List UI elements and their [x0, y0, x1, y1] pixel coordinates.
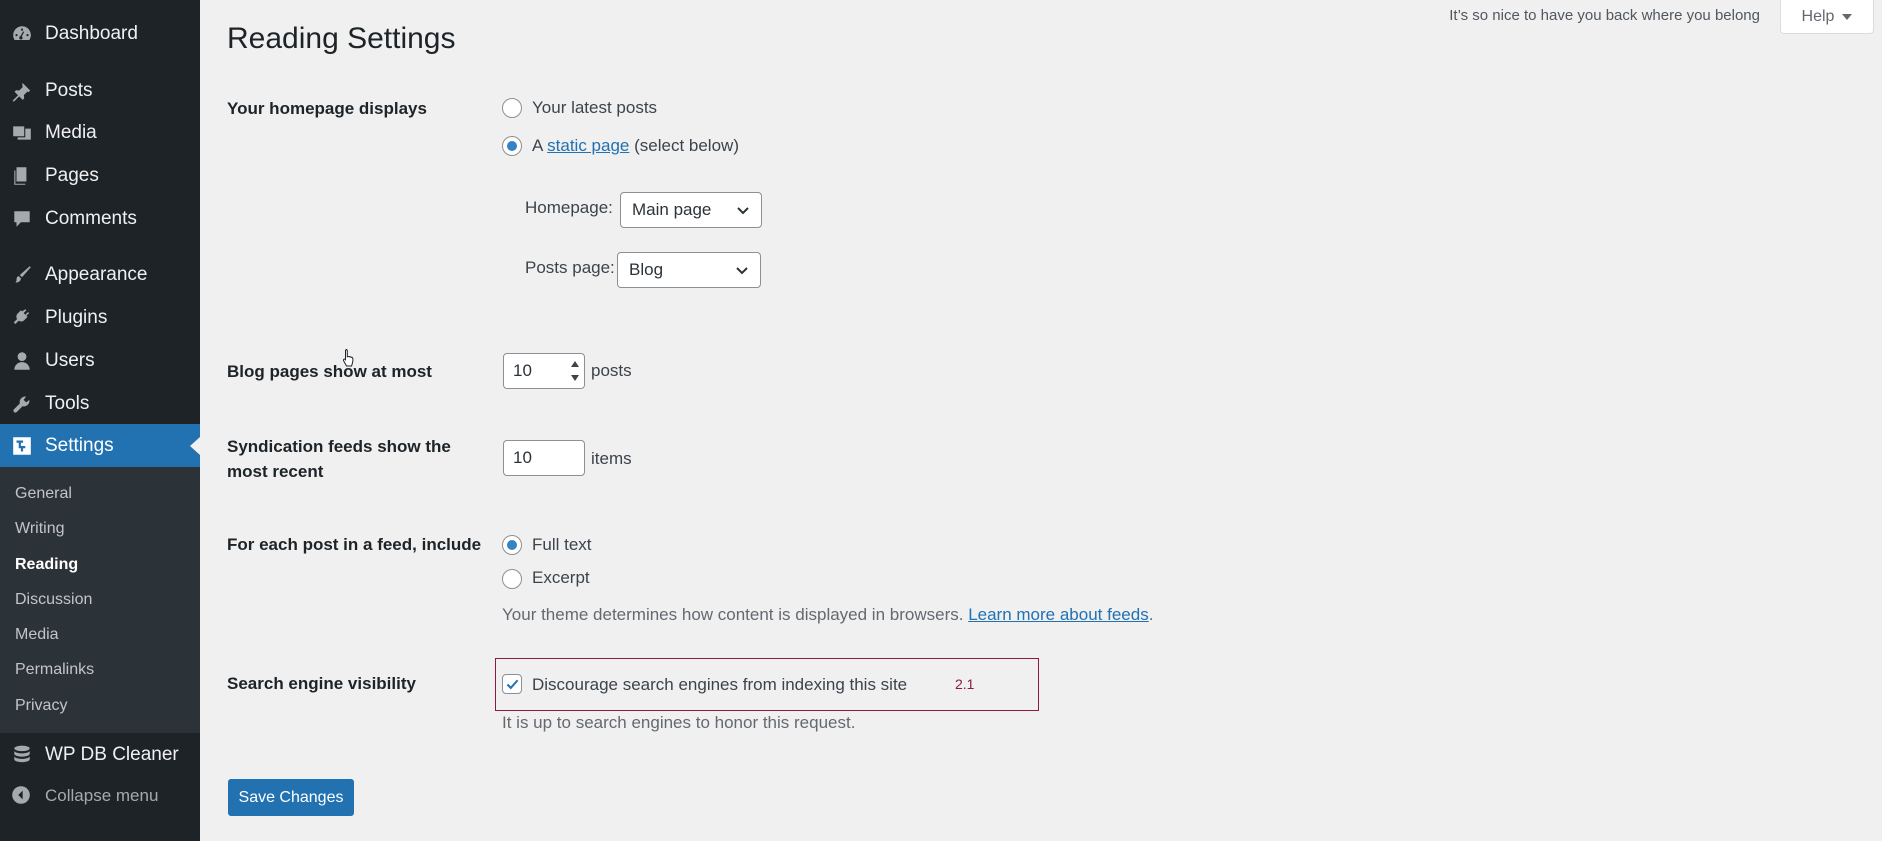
submenu-permalinks[interactable]: Permalinks — [15, 659, 94, 681]
blog-pages-number-input[interactable]: 10 — [503, 353, 585, 389]
syndication-unit: items — [591, 449, 632, 468]
feed-description-end: . — [1148, 605, 1154, 624]
homepage-select-value: Main page — [632, 200, 712, 219]
blog-pages-label: Blog pages show at most — [227, 362, 432, 381]
menu-label: Plugins — [45, 306, 108, 328]
menu-label: Settings — [45, 434, 114, 456]
media-icon — [10, 121, 34, 145]
syndication-feeds-label: Syndication feeds show the most recent — [227, 437, 451, 481]
menu-item-pages[interactable]: Pages — [0, 154, 200, 197]
feed-description-text: Your theme determines how content is dis… — [502, 605, 964, 624]
syndication-feeds-input[interactable]: 10 — [503, 440, 585, 476]
database-icon — [10, 743, 34, 767]
help-button[interactable]: Help — [1780, 0, 1874, 34]
current-menu-arrow — [190, 437, 200, 455]
menu-label: Comments — [45, 207, 137, 229]
pages-icon — [10, 164, 34, 188]
homepage-select[interactable]: Main page — [620, 192, 762, 228]
caret-down-icon — [1842, 13, 1853, 20]
homepage-displays-label: Your homepage displays — [227, 99, 427, 118]
discourage-search-label[interactable]: Discourage search engines from indexing … — [532, 674, 907, 696]
number-spinner[interactable] — [569, 357, 581, 385]
menu-label: Users — [45, 349, 95, 371]
collapse-icon — [10, 784, 34, 808]
radio-full-text-label[interactable]: Full text — [532, 534, 592, 556]
page-title: Reading Settings — [227, 22, 456, 55]
collapse-menu-button[interactable]: Collapse menu — [0, 780, 200, 812]
settings-submenu: General Writing Reading Discussion Media… — [0, 467, 200, 733]
blog-pages-value: 10 — [513, 361, 532, 380]
hand-cursor-icon — [342, 349, 354, 367]
menu-item-users[interactable]: Users — [0, 339, 200, 382]
static-page-link[interactable]: static page — [547, 136, 629, 155]
posts-page-select-value: Blog — [629, 260, 664, 279]
spin-up-icon[interactable] — [571, 361, 579, 367]
radio-excerpt-label[interactable]: Excerpt — [532, 567, 590, 589]
submenu-general[interactable]: General — [15, 483, 72, 505]
spin-down-icon[interactable] — [571, 375, 579, 381]
brush-icon — [10, 263, 34, 287]
radio-latest-posts-label[interactable]: Your latest posts — [532, 97, 657, 119]
submenu-media[interactable]: Media — [15, 624, 59, 646]
menu-item-tools[interactable]: Tools — [0, 382, 200, 425]
radio-static-page-label[interactable]: A static page (select below) — [532, 135, 739, 157]
menu-item-settings[interactable]: Settings — [0, 424, 200, 467]
admin-sidebar: Dashboard Posts Media Pages Comments App… — [0, 0, 200, 841]
posts-page-select[interactable]: Blog — [617, 252, 761, 288]
comment-icon — [10, 207, 34, 231]
search-visibility-label: Search engine visibility — [227, 674, 416, 693]
menu-label: Media — [45, 121, 97, 143]
menu-label: Posts — [45, 79, 93, 101]
static-prefix: A — [532, 136, 543, 155]
menu-item-appearance[interactable]: Appearance — [0, 253, 200, 296]
menu-item-dashboard[interactable]: Dashboard — [0, 12, 200, 55]
submenu-writing[interactable]: Writing — [15, 518, 65, 540]
submenu-discussion[interactable]: Discussion — [15, 589, 92, 611]
learn-more-feeds-link[interactable]: Learn more about feeds — [968, 605, 1149, 624]
menu-item-wp-db-cleaner[interactable]: WP DB Cleaner — [0, 733, 200, 776]
wrench-icon — [10, 392, 34, 416]
radio-latest-posts[interactable] — [502, 98, 522, 118]
pin-icon — [10, 79, 34, 103]
feed-include-label: For each post in a feed, include — [227, 535, 482, 554]
blog-pages-unit: posts — [591, 361, 632, 380]
menu-label: Pages — [45, 164, 99, 186]
menu-label: Dashboard — [45, 22, 138, 44]
submenu-privacy[interactable]: Privacy — [15, 695, 67, 717]
menu-item-media[interactable]: Media — [0, 111, 200, 154]
help-label: Help — [1801, 7, 1835, 25]
collapse-label: Collapse menu — [45, 786, 159, 805]
syndication-value: 10 — [513, 448, 532, 467]
settings-icon — [10, 434, 34, 458]
menu-item-comments[interactable]: Comments — [0, 197, 200, 240]
submenu-reading[interactable]: Reading — [15, 554, 78, 576]
chevron-down-icon — [736, 267, 748, 275]
radio-full-text[interactable] — [502, 535, 522, 555]
menu-label: Appearance — [45, 263, 148, 285]
posts-page-select-label: Posts page: — [525, 258, 615, 277]
feed-description: Your theme determines how content is dis… — [502, 605, 1153, 625]
chevron-down-icon — [737, 207, 749, 215]
menu-label: Tools — [45, 392, 90, 414]
menu-label: WP DB Cleaner — [45, 743, 179, 765]
radio-static-page[interactable] — [502, 136, 522, 156]
annotation-tag: 2.1 — [955, 676, 975, 692]
dashboard-icon — [10, 22, 34, 46]
homepage-select-label: Homepage: — [525, 198, 613, 217]
discourage-search-checkbox[interactable] — [502, 674, 522, 694]
static-suffix: (select below) — [634, 136, 739, 155]
plug-icon — [10, 306, 34, 330]
checkmark-icon — [506, 679, 519, 690]
menu-item-plugins[interactable]: Plugins — [0, 296, 200, 339]
save-changes-button[interactable]: Save Changes — [228, 779, 354, 816]
user-icon — [10, 349, 34, 373]
search-visibility-note: It is up to search engines to honor this… — [502, 713, 856, 732]
menu-item-posts[interactable]: Posts — [0, 69, 200, 112]
welcome-message: It’s so nice to have you back where you … — [1449, 7, 1760, 24]
radio-excerpt[interactable] — [502, 569, 522, 589]
